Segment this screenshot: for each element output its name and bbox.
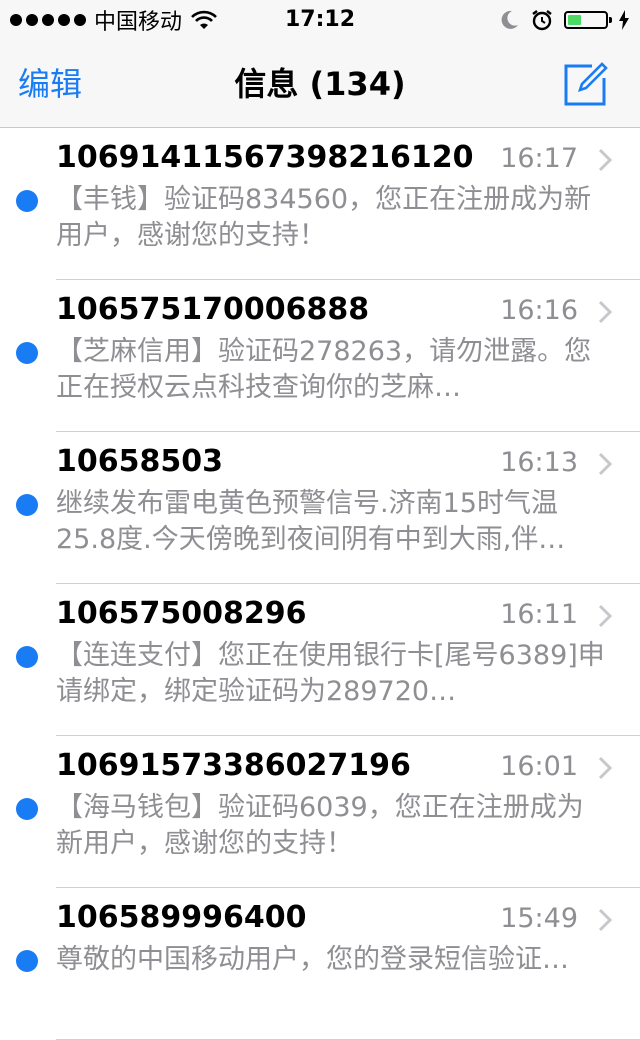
message-row[interactable]: 106589996400 15:49 尊敬的中国移动用户，您的登录短信验证… xyxy=(0,888,640,1040)
unread-dot-icon xyxy=(16,342,38,364)
message-preview: 【丰钱】验证码834560，您正在注册成为新用户，感谢您的支持！ xyxy=(56,184,592,251)
chevron-right-icon xyxy=(598,908,612,932)
message-preview: 尊敬的中国移动用户，您的登录短信验证… xyxy=(56,944,569,975)
unread-dot-icon xyxy=(16,190,38,212)
message-sender: 106914115673982161​20 xyxy=(56,140,474,175)
message-row[interactable]: 10691573386027196 16:01 【海马钱包】验证码6039，您正… xyxy=(0,736,640,888)
unread-dot-icon xyxy=(16,798,38,820)
message-row[interactable]: 106914115673982161​20 16:17 【丰钱】验证码83456… xyxy=(0,128,640,280)
unread-dot-icon xyxy=(16,950,38,972)
message-preview: 继续发布雷电黄色预警信号.济南15时气温25.8度.今天傍晚到夜间阴有中到大雨,… xyxy=(56,488,566,555)
message-time: 16:11 xyxy=(500,599,578,630)
battery-level-fill xyxy=(568,15,581,25)
page-title: 信息 (134) xyxy=(234,65,406,103)
status-bar: 中国移动 17:12 xyxy=(0,0,640,40)
chevron-right-icon xyxy=(598,148,612,172)
status-right xyxy=(498,6,630,34)
message-preview: 【连连支付】您正在使用银行卡[尾号6389]申请绑定，绑定验证码为289720… xyxy=(56,640,605,707)
unread-dot-icon xyxy=(16,646,38,668)
message-time: 15:49 xyxy=(500,903,578,934)
unread-dot-icon xyxy=(16,494,38,516)
chevron-right-icon xyxy=(598,452,612,476)
message-time: 16:16 xyxy=(500,295,578,326)
message-sender: 10691573386027196 xyxy=(56,748,411,783)
compose-icon[interactable] xyxy=(562,60,610,108)
message-preview: 【芝麻信用】验证码278263，请勿泄露。您正在授权云点科技查询你的芝麻… xyxy=(56,336,592,403)
chevron-right-icon xyxy=(598,756,612,780)
message-sender: 106575008296 xyxy=(56,596,307,631)
chevron-right-icon xyxy=(598,300,612,324)
battery-icon xyxy=(564,11,612,29)
navigation-bar: 编辑 信息 (134) xyxy=(0,40,640,128)
message-time: 16:13 xyxy=(500,447,578,478)
message-list: 106914115673982161​20 16:17 【丰钱】验证码83456… xyxy=(0,128,640,1040)
message-row[interactable]: 106575008296 16:11 【连连支付】您正在使用银行卡[尾号6389… xyxy=(0,584,640,736)
message-sender: 10658503 xyxy=(56,444,223,479)
message-sender: 1065751700068​88 xyxy=(56,292,370,327)
message-row[interactable]: 10658503 16:13 继续发布雷电黄色预警信号.济南15时气温25.8度… xyxy=(0,432,640,584)
message-sender: 106589996400 xyxy=(56,900,307,935)
alarm-clock-icon xyxy=(532,10,552,31)
message-preview: 【海马钱包】验证码6039，您正在注册成为新用户，感谢您的支持！ xyxy=(56,792,584,859)
message-row[interactable]: 1065751700068​88 16:16 【芝麻信用】验证码278263，请… xyxy=(0,280,640,432)
message-time: 16:17 xyxy=(500,143,578,174)
chevron-right-icon xyxy=(598,604,612,628)
do-not-disturb-moon-icon xyxy=(501,10,518,29)
message-time: 16:01 xyxy=(500,751,578,782)
charging-bolt-icon xyxy=(619,10,629,30)
